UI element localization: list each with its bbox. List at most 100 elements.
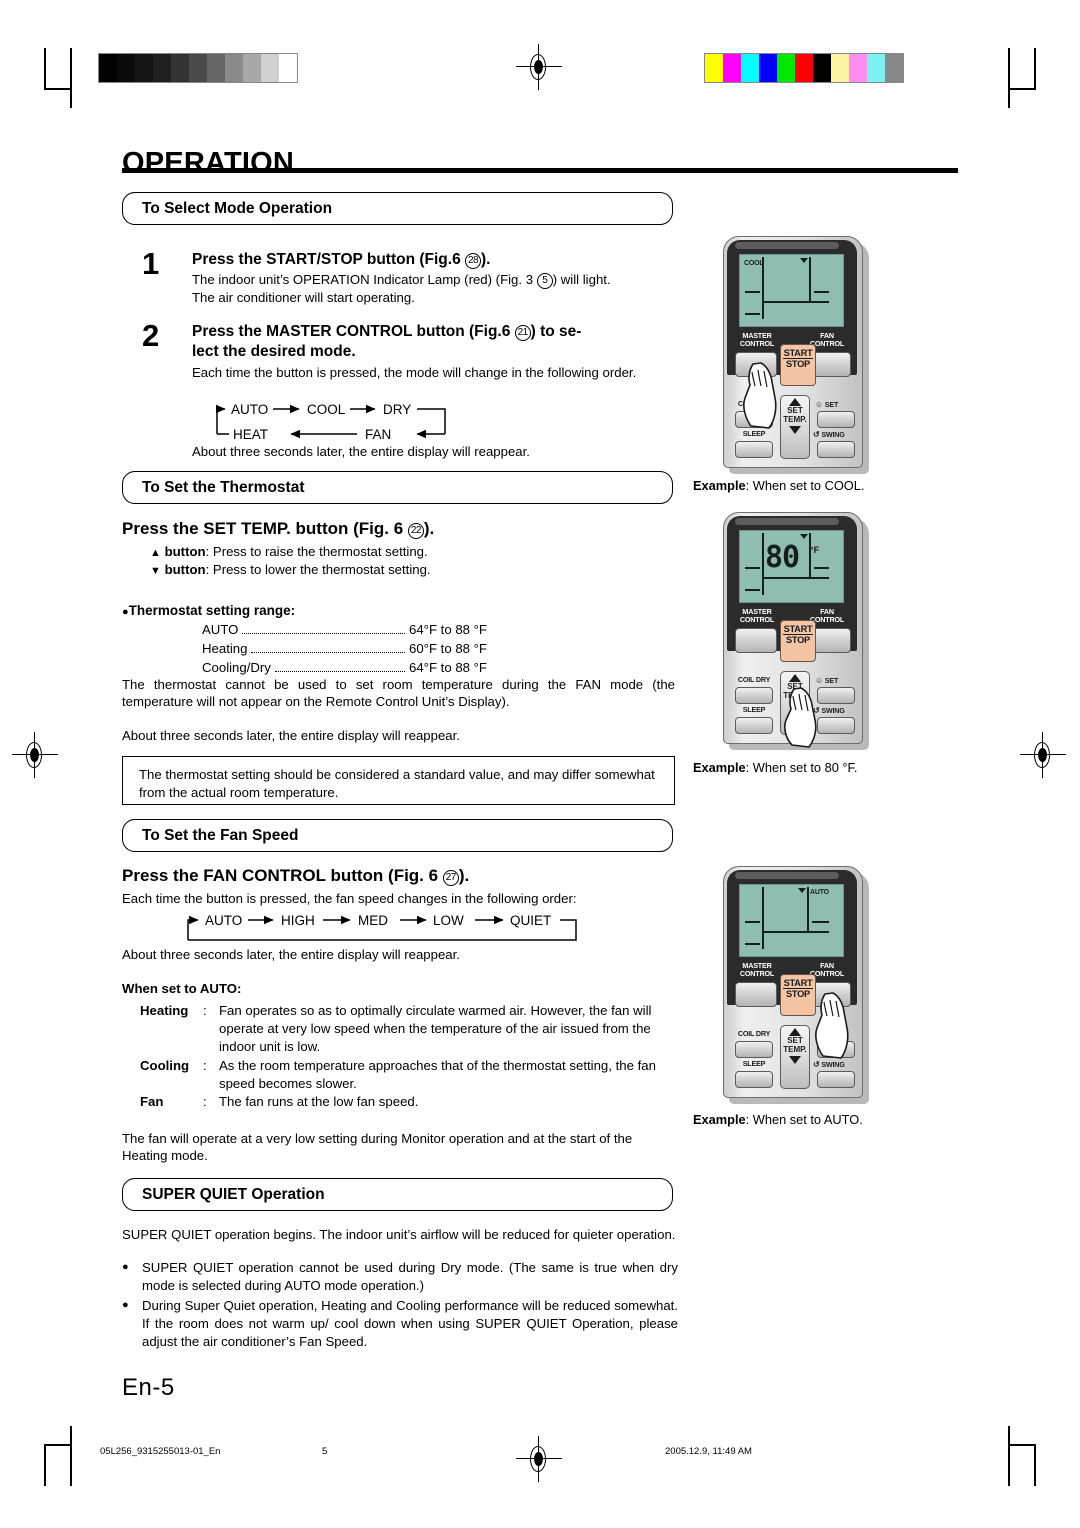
set-button[interactable] <box>817 1041 855 1058</box>
remote-lcd-display: AUTO <box>739 884 844 957</box>
thermostat-range-title: ●Thermostat setting range: <box>122 602 295 620</box>
caption-rest: : When set to 80 °F. <box>745 760 858 775</box>
bullet-dot-icon: ● <box>122 1299 129 1311</box>
thermostat-heading: Press the SET TEMP. button (Fig. 6 22). <box>122 518 642 540</box>
fan-closing-note: The fan will operate at a very low setti… <box>122 1131 633 1164</box>
mode-row: Cooling : As the room temperature approa… <box>140 1057 680 1093</box>
step2-heading-line2: lect the desired mode. <box>192 342 356 360</box>
set-temp-up-icon[interactable] <box>789 1028 801 1036</box>
page-number: En-5 <box>122 1374 175 1401</box>
svg-text:LOW: LOW <box>433 913 464 928</box>
start-stop-button[interactable]: START STOP <box>780 344 816 386</box>
caption-rest: : When set to COOL. <box>745 478 865 493</box>
fan-speed-body: Each time the button is pressed, the fan… <box>122 891 577 906</box>
remote-control-auto: AUTO MASTER CONTROL FAN CONTROL START ST… <box>723 866 873 1104</box>
set-temp-label-2: TEMP. <box>783 414 807 424</box>
set-button-label: ☺ SET <box>815 676 839 685</box>
swing-button[interactable] <box>817 1071 855 1088</box>
footer-filename: 05L256_9315255013-01_En <box>100 1446 221 1457</box>
fan-footer-note: About three seconds later, the entire di… <box>122 947 460 962</box>
lcd-segment <box>809 257 811 301</box>
fig-ref-28: 28 <box>465 253 481 269</box>
master-control-button[interactable] <box>735 982 777 1007</box>
set-temp-button[interactable]: SET TEMP. <box>780 1025 810 1089</box>
set-temp-button[interactable]: SET TEMP. <box>780 671 810 735</box>
svg-text:FAN: FAN <box>365 427 391 442</box>
lcd-mode-label: COOL <box>744 260 764 267</box>
start-label: START <box>783 978 813 988</box>
fan-speed-heading: Press the FAN CONTROL button (Fig. 6 27)… <box>122 865 642 887</box>
fig-ref-27: 27 <box>442 870 459 886</box>
remote-cool-caption: Example: When set to COOL. <box>693 478 864 493</box>
set-temp-button[interactable]: SET TEMP. <box>780 395 810 459</box>
step1-heading-post: ). <box>481 251 491 268</box>
start-stop-button[interactable]: START STOP <box>780 620 816 662</box>
remote-lcd-display: 80 °F <box>739 530 844 603</box>
coil-dry-button[interactable] <box>735 687 773 704</box>
triangle-down-icon: ▼ <box>150 565 161 577</box>
lcd-segment <box>809 533 811 577</box>
step1-heading: Press the START/STOP button (Fig.6 28). <box>192 250 672 270</box>
lcd-pointer-icon <box>800 258 808 263</box>
sleep-button[interactable] <box>735 1071 773 1088</box>
step-number-1: 1 <box>142 246 160 281</box>
swing-button-label: ↺ SWING <box>813 1060 845 1069</box>
lcd-segment <box>745 567 760 569</box>
swing-button[interactable] <box>817 717 855 734</box>
master-control-button-label: MASTER CONTROL <box>739 331 775 349</box>
swing-button-label: ↺ SWING <box>813 430 845 439</box>
coil-dry-button-label: COIL DRY <box>737 675 771 684</box>
set-button[interactable] <box>817 687 855 704</box>
step2-body: Each time the button is pressed, the mod… <box>192 365 637 380</box>
lcd-segment <box>745 313 760 315</box>
title-rule <box>122 168 958 173</box>
set-temp-up-icon[interactable] <box>789 674 801 682</box>
svg-text:HEAT: HEAT <box>233 427 268 442</box>
range-row: Cooling/Dry 64°F to 88 °F <box>202 658 487 677</box>
swing-button[interactable] <box>817 441 855 458</box>
coil-dry-button[interactable] <box>735 411 773 428</box>
super-quiet-intro: SUPER QUIET operation begins. The indoor… <box>122 1227 676 1242</box>
thermostat-up-line: ▲ button: Press to raise the thermostat … <box>150 543 630 561</box>
fan-flow-diagram: AUTO HIGH MED LOW QUIET <box>178 908 608 948</box>
step1-body-line2: The air conditioner will start operating… <box>192 290 415 305</box>
set-button-label: ☺ SET <box>815 400 839 409</box>
leader-dots <box>274 670 405 673</box>
range-value: 60°F to 88 °F <box>409 641 487 657</box>
range-label: Heating <box>202 641 248 657</box>
set-temp-down-icon[interactable] <box>789 425 801 434</box>
master-control-button[interactable] <box>735 628 777 653</box>
set-temp-up-icon[interactable] <box>789 398 801 406</box>
remote-control-80f: 80 °F MASTER CONTROL FAN CONTROL START S… <box>723 512 873 750</box>
sleep-button-label: SLEEP <box>742 1059 766 1068</box>
mode-colon: : <box>203 1094 207 1110</box>
fig-ref-5: 5 <box>536 273 553 289</box>
fan-heading-post: ). <box>458 866 470 885</box>
thermostat-note2: About three seconds later, the entire di… <box>122 728 460 743</box>
sleep-button-label: SLEEP <box>742 705 766 714</box>
bullet-text: During Super Quiet operation, Heating an… <box>142 1298 678 1349</box>
bullet-dot-icon: ● <box>122 606 129 618</box>
master-control-button-label: MASTER CONTROL <box>739 607 775 625</box>
sleep-button[interactable] <box>735 717 773 734</box>
bullet-dot-icon: ● <box>122 1261 129 1273</box>
master-control-button[interactable] <box>735 352 777 377</box>
super-quiet-bullet-1: ● SUPER QUIET operation cannot be used d… <box>122 1259 678 1295</box>
range-value: 64°F to 88 °F <box>409 622 487 637</box>
thermostat-heading-post: ). <box>423 519 435 538</box>
set-temp-label-2: TEMP. <box>783 690 807 700</box>
step2-footer-note: About three seconds later, the entire di… <box>192 444 530 459</box>
svg-text:DRY: DRY <box>383 402 411 417</box>
remote-gloss <box>735 518 839 525</box>
start-stop-button[interactable]: START STOP <box>780 974 816 1016</box>
set-temp-down-icon[interactable] <box>789 701 801 710</box>
lcd-segment <box>807 887 809 931</box>
set-button[interactable] <box>817 411 855 428</box>
sleep-button[interactable] <box>735 441 773 458</box>
caption-bold: Example <box>693 1112 746 1127</box>
mode-term: Fan <box>140 1094 164 1110</box>
coil-dry-button[interactable] <box>735 1041 773 1058</box>
step-number-2: 2 <box>142 318 160 353</box>
fan-auto-modes: Heating : Fan operates so as to optimall… <box>140 1002 680 1111</box>
set-temp-down-icon[interactable] <box>789 1055 801 1064</box>
